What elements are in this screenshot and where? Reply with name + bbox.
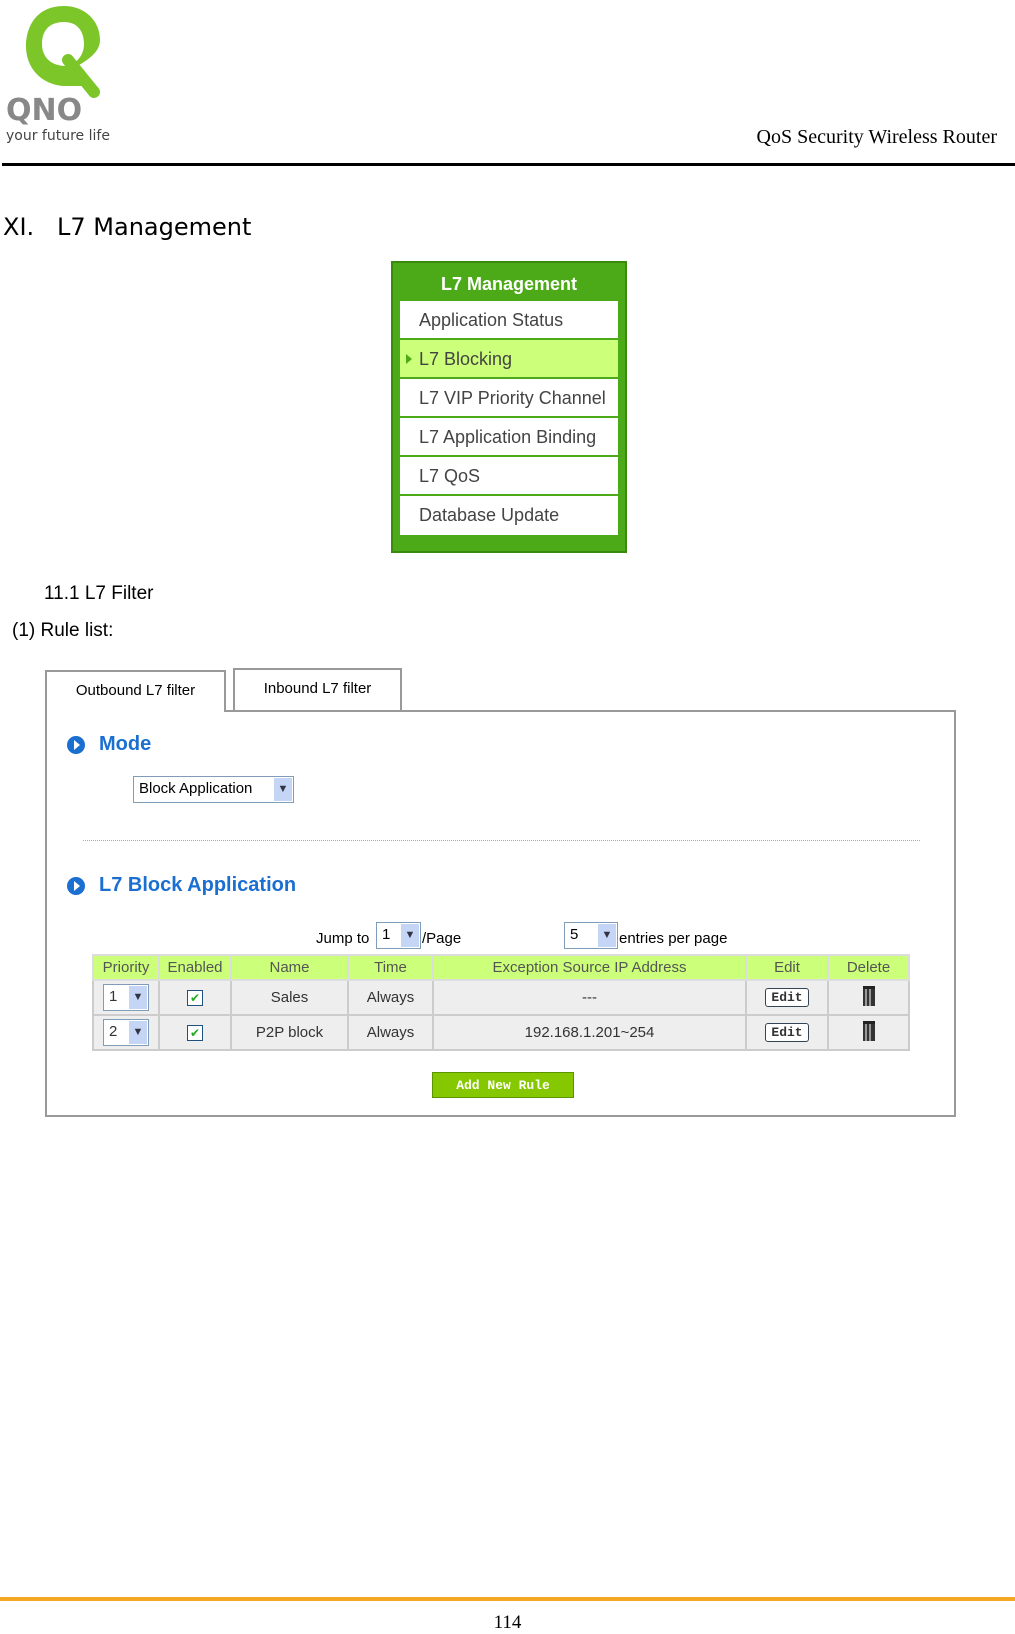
chevron-down-icon: ▼	[274, 778, 292, 801]
subsection-heading: 11.1 L7 Filter	[44, 583, 154, 604]
menu-item-l7-qos[interactable]: L7 QoS	[400, 457, 618, 496]
priority-select[interactable]: 1 ▼	[103, 984, 149, 1011]
page-select[interactable]: 1 ▼	[376, 922, 421, 949]
menu-item-database-update[interactable]: Database Update	[400, 496, 618, 535]
add-new-rule-button[interactable]: Add New Rule	[432, 1072, 574, 1098]
dotted-divider	[83, 840, 920, 841]
page-suffix: /Page	[422, 930, 462, 947]
svg-text:your future life: your future life	[6, 128, 110, 144]
page-value: 1	[382, 926, 391, 943]
tab-outbound-l7-filter[interactable]: Outbound L7 filter	[45, 670, 226, 712]
mode-value: Block Application	[139, 780, 253, 797]
rule-name: P2P block	[230, 1014, 349, 1051]
edit-button[interactable]: Edit	[765, 988, 809, 1007]
mode-heading: Mode	[67, 733, 151, 756]
col-delete: Delete	[827, 954, 910, 981]
chevron-down-icon: ▼	[129, 1021, 147, 1044]
footer-divider	[0, 1597, 1015, 1601]
rule-time: Always	[347, 979, 434, 1016]
trash-icon[interactable]	[862, 1020, 875, 1041]
block-title: L7 Block Application	[99, 874, 297, 896]
chevron-down-icon: ▼	[401, 924, 419, 947]
entries-label: entries per page	[619, 930, 728, 947]
rule-ip: ---	[432, 979, 747, 1016]
bullet-icon	[67, 735, 85, 754]
section-title: XI. L7 Management	[3, 213, 252, 241]
product-title: QoS Security Wireless Router	[756, 126, 997, 148]
entries-value: 5	[570, 926, 579, 943]
rule-list-heading: (1) Rule list:	[12, 620, 114, 641]
col-priority: Priority	[92, 954, 160, 981]
col-time: Time	[347, 954, 434, 981]
priority-value: 1	[109, 988, 118, 1005]
chevron-down-icon: ▼	[598, 924, 616, 947]
l7-management-menu: L7 Management Application Status L7 Bloc…	[391, 261, 627, 553]
rule-time: Always	[347, 1014, 434, 1051]
enabled-checkbox[interactable]: ✔	[187, 1025, 203, 1041]
rule-table: Priority Enabled Name Time Exception Sou…	[92, 954, 910, 1051]
col-exception-ip: Exception Source IP Address	[432, 954, 747, 981]
rule-ip: 192.168.1.201~254	[432, 1014, 747, 1051]
table-row: 2 ▼ ✔ P2P block Always 192.168.1.201~254 …	[92, 1014, 910, 1051]
mode-select[interactable]: Block Application ▼	[133, 776, 294, 803]
priority-value: 2	[109, 1023, 118, 1040]
menu-item-l7-blocking[interactable]: L7 Blocking	[400, 340, 618, 379]
menu-item-l7-application-binding[interactable]: L7 Application Binding	[400, 418, 618, 457]
menu-title: L7 Management	[440, 274, 578, 294]
col-name: Name	[230, 954, 349, 981]
col-enabled: Enabled	[158, 954, 232, 981]
menu-item-application-status[interactable]: Application Status	[400, 301, 618, 340]
mode-title: Mode	[99, 733, 152, 755]
table-row: 1 ▼ ✔ Sales Always --- Edit	[92, 979, 910, 1016]
svg-text:QNO: QNO	[6, 93, 82, 128]
l7-filter-panel: Mode Block Application ▼ L7 Block Applic…	[45, 710, 956, 1117]
jump-label: Jump to	[316, 930, 370, 947]
qno-logo: QNO your future life	[6, 6, 110, 144]
edit-button[interactable]: Edit	[765, 1023, 809, 1042]
block-heading: L7 Block Application	[67, 874, 296, 897]
priority-select[interactable]: 2 ▼	[103, 1019, 149, 1046]
page-number: 114	[493, 1612, 522, 1633]
trash-icon[interactable]	[862, 985, 875, 1006]
enabled-checkbox[interactable]: ✔	[187, 990, 203, 1006]
col-edit: Edit	[745, 954, 829, 981]
bullet-icon	[67, 876, 85, 895]
menu-item-l7-vip-priority-channel[interactable]: L7 VIP Priority Channel	[400, 379, 618, 418]
header-divider	[2, 163, 1015, 166]
entries-select[interactable]: 5 ▼	[564, 922, 618, 949]
chevron-down-icon: ▼	[129, 986, 147, 1009]
tab-inbound-l7-filter[interactable]: Inbound L7 filter	[233, 668, 402, 710]
rule-name: Sales	[230, 979, 349, 1016]
